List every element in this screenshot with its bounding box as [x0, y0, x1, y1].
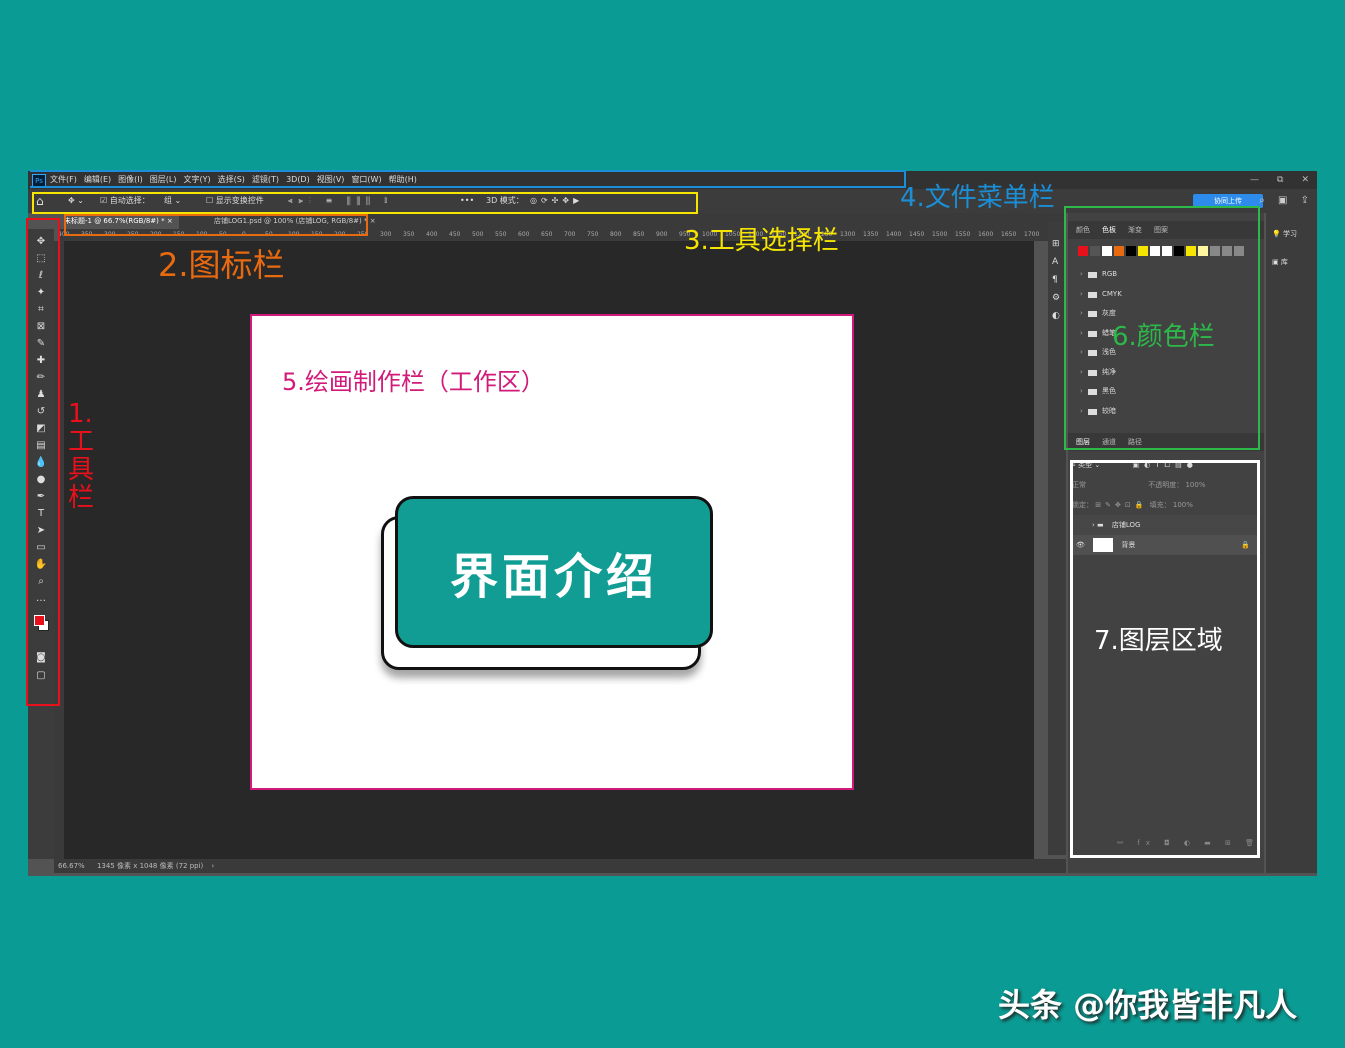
label-color-bar: 6.颜色栏 — [1112, 322, 1215, 352]
watermark: 头条 @你我皆非凡人 — [998, 986, 1298, 1024]
lightbulb-icon: 💡 — [1272, 230, 1281, 238]
label-toolbar: 1.工具栏 — [68, 399, 95, 513]
chevron-right-icon[interactable]: › — [212, 862, 215, 870]
ruler-mark: 1450 — [909, 231, 925, 238]
ruler-mark: 1300 — [840, 231, 856, 238]
label-workspace: 5.绘画制作栏（工作区） — [282, 368, 545, 396]
document-info: 1345 像素 x 1048 像素 (72 ppi) — [96, 862, 204, 870]
library-item[interactable]: ▣ 库 — [1272, 257, 1288, 267]
ruler-mark: 700 — [564, 231, 576, 238]
options-highlight — [32, 192, 698, 214]
ruler-mark: 1550 — [955, 231, 971, 238]
workspace-icon[interactable]: ▣ — [1278, 195, 1287, 206]
share-icon[interactable]: ⇪ — [1301, 195, 1309, 206]
ruler-mark: 750 — [587, 231, 599, 238]
ruler-mark: 350 — [403, 231, 415, 238]
ruler-mark: 400 — [426, 231, 438, 238]
learn-library-strip: 💡 学习 ▣ 库 — [1266, 213, 1317, 873]
ruler-mark: 1400 — [886, 231, 902, 238]
ruler-mark: 450 — [449, 231, 461, 238]
restore-icon[interactable]: ⧉ — [1277, 175, 1283, 185]
ruler-mark: 1600 — [978, 231, 994, 238]
title-card: 界面介绍 — [395, 496, 713, 648]
toolbar-highlight — [26, 218, 60, 706]
ruler-mark: 800 — [610, 231, 622, 238]
ruler-mark: 650 — [541, 231, 553, 238]
close-icon[interactable]: ✕ — [1301, 175, 1309, 185]
label-layers: 7.图层区域 — [1094, 626, 1223, 656]
ruler-mark: 1350 — [863, 231, 879, 238]
label-icon-bar: 2.图标栏 — [158, 246, 285, 284]
minimize-icon[interactable]: — — [1250, 175, 1259, 185]
ruler-mark: 1700 — [1024, 231, 1040, 238]
tabs-highlight — [64, 214, 368, 236]
ruler-mark: 1650 — [1001, 231, 1017, 238]
zoom-readout: 66.67% — [58, 862, 85, 870]
ruler-mark: 300 — [380, 231, 392, 238]
ruler-mark: 1500 — [932, 231, 948, 238]
status-bar: 66.67% 1345 像素 x 1048 像素 (72 ppi) › — [54, 859, 1066, 873]
label-tool-options: 3.工具选择栏 — [684, 226, 839, 256]
ruler-mark: 600 — [518, 231, 530, 238]
learn-item[interactable]: 💡 学习 — [1272, 229, 1297, 239]
menu-highlight — [30, 170, 906, 188]
window-controls: — ⧉ ✕ — [1232, 171, 1309, 189]
ruler-mark: 850 — [633, 231, 645, 238]
ruler-mark: 550 — [495, 231, 507, 238]
search-icon[interactable]: ⌕ — [1259, 195, 1265, 206]
ruler-mark: 900 — [656, 231, 668, 238]
card-title: 界面介绍 — [449, 549, 658, 605]
library-icon: ▣ — [1272, 258, 1279, 266]
label-file-menu: 4.文件菜单栏 — [900, 183, 1055, 213]
layers-highlight — [1070, 460, 1260, 858]
ruler-mark: 500 — [472, 231, 484, 238]
panel-icons[interactable]: ⊞ A ¶ ⚙ ◐ — [1052, 235, 1060, 325]
